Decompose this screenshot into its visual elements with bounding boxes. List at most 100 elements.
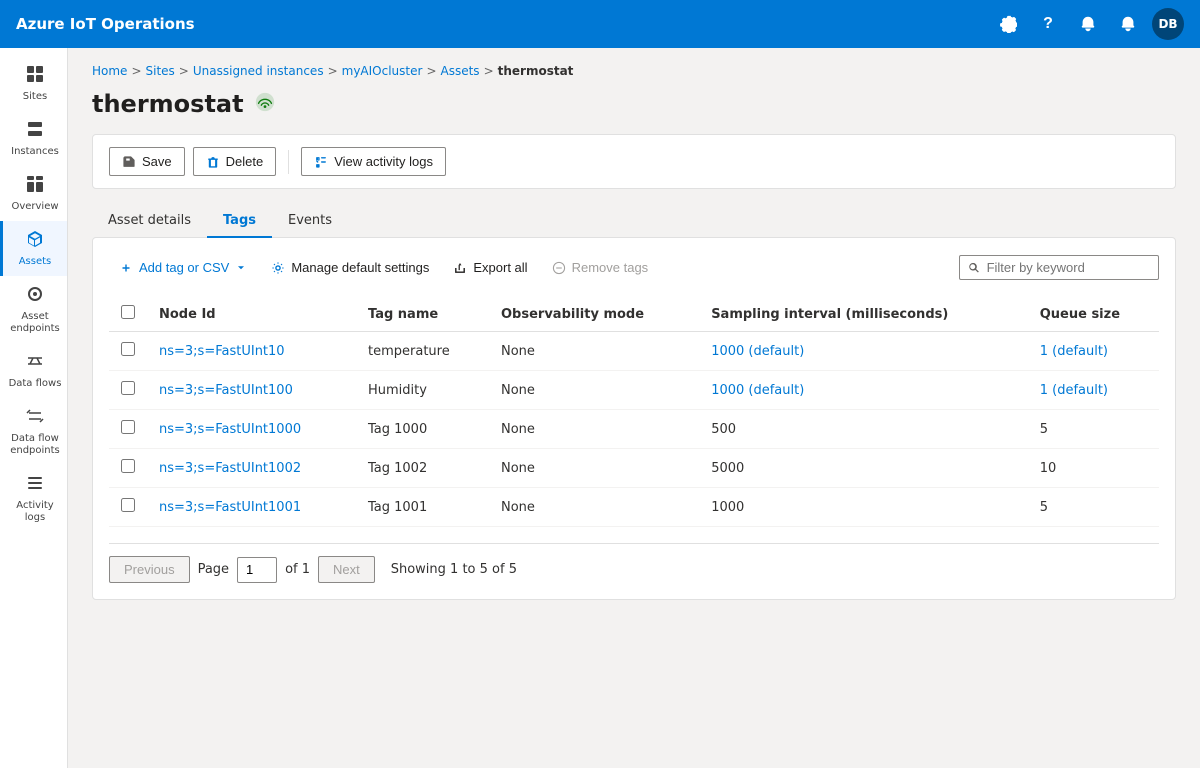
row-checkbox-2[interactable] (121, 420, 135, 434)
sidebar-item-asset-endpoints[interactable]: Asset endpoints (0, 276, 67, 343)
breadcrumb-home[interactable]: Home (92, 64, 127, 78)
queue-size-cell: 10 (1028, 449, 1159, 488)
obs-mode-cell: None (489, 488, 699, 527)
data-table: Node Id Tag name Observability mode Samp… (109, 297, 1159, 527)
table-row: ns=3;s=FastUInt1000 Tag 1000 None 500 5 (109, 410, 1159, 449)
sampling-interval-cell: 500 (699, 410, 1028, 449)
queue-default-value: 1 (default) (1040, 344, 1108, 359)
delete-icon (206, 155, 220, 169)
remove-tags-button[interactable]: Remove tags (542, 254, 659, 281)
node-id-cell: ns=3;s=FastUInt1001 (147, 488, 356, 527)
settings-icon (999, 15, 1017, 33)
export-all-button[interactable]: Export all (443, 254, 537, 281)
row-checkbox-4[interactable] (121, 498, 135, 512)
table-row: ns=3;s=FastUInt10 temperature None 1000 … (109, 332, 1159, 371)
save-button[interactable]: Save (109, 147, 185, 176)
view-activity-label: View activity logs (334, 154, 433, 169)
page-number-input[interactable] (237, 557, 277, 583)
sites-icon (25, 64, 45, 88)
connected-status-icon (254, 91, 276, 118)
sampling-interval-cell: 5000 (699, 449, 1028, 488)
help-button[interactable]: ? (1032, 8, 1064, 40)
node-id-link-3[interactable]: ns=3;s=FastUInt1002 (159, 461, 301, 476)
sidebar-item-overview-label: Overview (11, 201, 58, 213)
row-checkbox-0[interactable] (121, 342, 135, 356)
tab-tags[interactable]: Tags (207, 205, 272, 238)
tag-name-cell: Humidity (356, 371, 489, 410)
page-label: Page (198, 562, 229, 577)
delete-button[interactable]: Delete (193, 147, 277, 176)
sidebar-item-instances-label: Instances (11, 146, 59, 158)
manage-settings-button[interactable]: Manage default settings (261, 254, 439, 281)
sidebar-item-instances[interactable]: Instances (0, 111, 67, 166)
node-id-link-1[interactable]: ns=3;s=FastUInt100 (159, 383, 293, 398)
top-nav-icons: ? DB (992, 8, 1184, 40)
overview-icon (25, 174, 45, 198)
assets-icon (25, 229, 45, 253)
previous-button[interactable]: Previous (109, 556, 190, 583)
bell-icon (1079, 15, 1097, 33)
row-checkbox-cell (109, 410, 147, 449)
sidebar-item-activity-logs-label: Activity logs (7, 500, 63, 524)
save-icon (122, 155, 136, 169)
tag-name-cell: temperature (356, 332, 489, 371)
delete-label: Delete (226, 154, 264, 169)
filter-input[interactable] (987, 260, 1150, 275)
help-icon: ? (1043, 15, 1053, 33)
tab-asset-details[interactable]: Asset details (92, 205, 207, 238)
sampling-default-value: 1000 (default) (711, 383, 804, 398)
breadcrumb-unassigned[interactable]: Unassigned instances (193, 64, 324, 78)
breadcrumb-sep-0: > (131, 64, 141, 78)
tabs: Asset details Tags Events (92, 205, 1176, 237)
remove-tags-label: Remove tags (572, 260, 649, 275)
toolbar-divider (288, 150, 289, 174)
queue-default-value: 1 (default) (1040, 383, 1108, 398)
top-nav: Azure IoT Operations ? DB (0, 0, 1200, 48)
remove-icon (552, 261, 566, 275)
breadcrumb-sep-3: > (426, 64, 436, 78)
sidebar-item-assets[interactable]: Assets (0, 221, 67, 276)
node-id-link-4[interactable]: ns=3;s=FastUInt1001 (159, 500, 301, 515)
sidebar-item-sites[interactable]: Sites (0, 56, 67, 111)
sidebar-item-activity-logs[interactable]: Activity logs (0, 465, 67, 532)
sidebar-item-overview[interactable]: Overview (0, 166, 67, 221)
table-row: ns=3;s=FastUInt1002 Tag 1002 None 5000 1… (109, 449, 1159, 488)
next-button[interactable]: Next (318, 556, 375, 583)
avatar[interactable]: DB (1152, 8, 1184, 40)
app-body: Sites Instances Overview Assets Asset en… (0, 48, 1200, 768)
node-id-link-2[interactable]: ns=3;s=FastUInt1000 (159, 422, 301, 437)
select-all-checkbox[interactable] (121, 305, 135, 319)
add-tag-button[interactable]: Add tag or CSV (109, 254, 257, 281)
export-icon (453, 261, 467, 275)
manage-settings-label: Manage default settings (291, 260, 429, 275)
tab-events[interactable]: Events (272, 205, 348, 238)
select-all-header (109, 297, 147, 332)
row-checkbox-1[interactable] (121, 381, 135, 395)
table-row: ns=3;s=FastUInt1001 Tag 1001 None 1000 5 (109, 488, 1159, 527)
page-title-row: thermostat (92, 90, 1176, 118)
save-label: Save (142, 154, 172, 169)
breadcrumb-assets[interactable]: Assets (441, 64, 480, 78)
breadcrumb-cluster[interactable]: myAIOcluster (342, 64, 423, 78)
activity-logs-icon (25, 473, 45, 497)
col-obs-mode: Observability mode (489, 297, 699, 332)
search-icon (968, 261, 981, 275)
notifications-button[interactable] (1072, 8, 1104, 40)
instances-icon (25, 119, 45, 143)
breadcrumb-sites[interactable]: Sites (146, 64, 175, 78)
sampling-interval-cell: 1000 (default) (699, 332, 1028, 371)
sidebar-item-dataflow-endpoints[interactable]: Data flow endpoints (0, 398, 67, 465)
col-sampling-interval: Sampling interval (milliseconds) (699, 297, 1028, 332)
tag-name-cell: Tag 1000 (356, 410, 489, 449)
row-checkbox-3[interactable] (121, 459, 135, 473)
settings-button[interactable] (992, 8, 1024, 40)
view-activity-button[interactable]: View activity logs (301, 147, 446, 176)
sidebar-item-asset-endpoints-label: Asset endpoints (7, 311, 63, 335)
sidebar-item-data-flows[interactable]: Data flows (0, 343, 67, 398)
node-id-cell: ns=3;s=FastUInt100 (147, 371, 356, 410)
tag-name-cell: Tag 1001 (356, 488, 489, 527)
dataflow-endpoints-icon (25, 406, 45, 430)
alerts-button[interactable] (1112, 8, 1144, 40)
node-id-link-0[interactable]: ns=3;s=FastUInt10 (159, 344, 285, 359)
breadcrumb-sep-4: > (484, 64, 494, 78)
